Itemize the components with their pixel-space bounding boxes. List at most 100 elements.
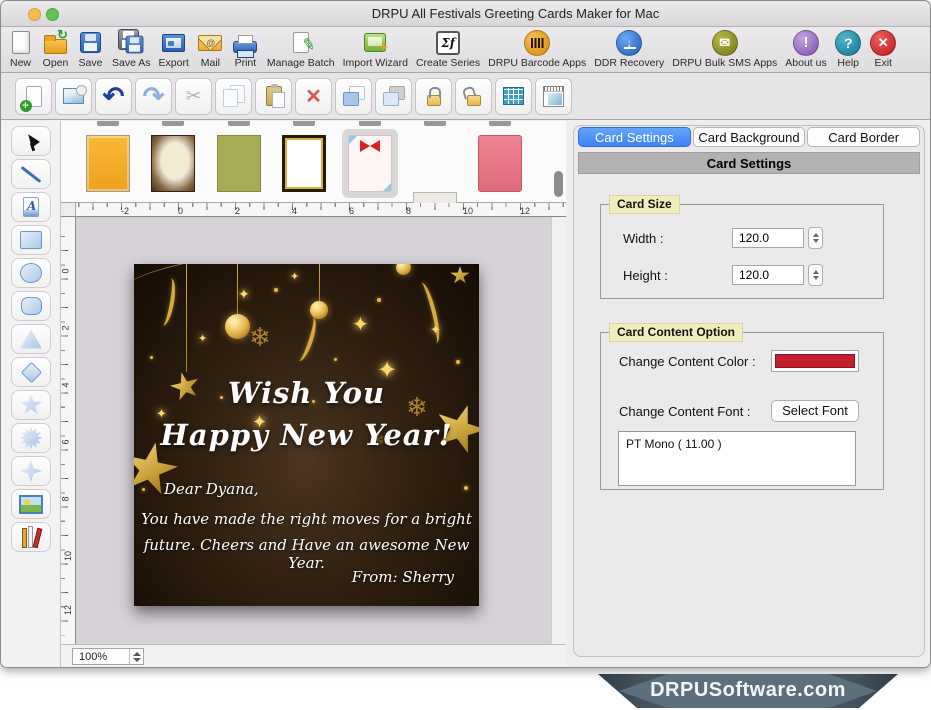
unlock-icon <box>467 95 481 106</box>
zoom-stepper[interactable] <box>129 649 143 664</box>
template-orange-card[interactable] <box>86 135 130 192</box>
card-content-option-legend: Card Content Option <box>609 323 743 342</box>
undo-button[interactable] <box>95 78 132 115</box>
import-wizard-button[interactable]: Import Wizard <box>343 29 408 69</box>
new-button[interactable]: New <box>7 29 34 69</box>
zoom-window-button[interactable] <box>46 8 59 21</box>
bulk-sms-icon <box>711 29 738 56</box>
drpu-bulk-sms-apps-button[interactable]: DRPU Bulk SMS Apps <box>672 29 777 69</box>
cut-button[interactable] <box>175 78 212 115</box>
card-message-line1: You have made the right moves for a brig… <box>134 510 479 528</box>
tab-card-border[interactable]: Card Border <box>807 127 920 147</box>
minimize-button[interactable] <box>28 8 41 21</box>
mail-button[interactable]: Mail <box>197 29 224 69</box>
ellipse-tool[interactable] <box>11 258 51 288</box>
paste-button[interactable] <box>255 78 292 115</box>
select-pointer-tool[interactable] <box>11 126 51 156</box>
text-tool[interactable] <box>11 192 51 222</box>
star-icon <box>20 394 43 416</box>
sparkle <box>352 312 369 337</box>
template-olive-green-card[interactable] <box>217 135 261 192</box>
gold-dot <box>456 360 460 364</box>
workspace: 4 -2 0 2 4 6 8 10 12 0 2 4 6 8 10 12 <box>1 121 930 667</box>
undo-icon <box>103 81 125 112</box>
rounded-rect-tool[interactable] <box>11 291 51 321</box>
width-stepper[interactable] <box>808 227 823 249</box>
unlock-button[interactable] <box>455 78 492 115</box>
template-pink-bow-card-selected[interactable] <box>348 135 392 192</box>
send-backward-button[interactable] <box>335 78 372 115</box>
ruler-v-label: 10 <box>63 551 73 561</box>
zoom-down-icon <box>133 658 141 662</box>
about-us-button[interactable]: About us <box>785 29 826 69</box>
card-size-group: Card Size Width : Height : <box>600 204 884 299</box>
greeting-card[interactable]: Wish You Happy New Year! Dear Dyana, You… <box>134 264 479 606</box>
lock-button[interactable] <box>415 78 452 115</box>
insert-image-button[interactable] <box>55 78 92 115</box>
gold-dot <box>334 358 337 361</box>
save-button[interactable]: Save <box>77 29 104 69</box>
paste-clipboard-icon <box>266 86 282 106</box>
star-tool[interactable] <box>11 390 51 420</box>
save-as-button[interactable]: Save As <box>112 29 151 69</box>
width-input[interactable] <box>732 228 804 248</box>
content-color-swatch-button[interactable] <box>771 350 859 372</box>
ruler-v-label: 2 <box>61 325 71 330</box>
template-white-gold-border-card[interactable] <box>282 135 326 192</box>
pointer-icon <box>24 133 38 150</box>
drpu-barcode-apps-button[interactable]: DRPU Barcode Apps <box>488 29 586 69</box>
gold-dot <box>150 356 153 359</box>
ddr-recovery-button[interactable]: DDR Recovery <box>594 29 664 69</box>
open-button[interactable]: Open <box>42 29 69 69</box>
new-document-icon <box>7 29 34 56</box>
ruler-h-label: 4 <box>292 206 297 216</box>
template-vintage-sepia-card[interactable] <box>151 135 195 192</box>
sparkle <box>430 322 441 338</box>
select-font-button[interactable]: Select Font <box>771 400 859 422</box>
sparkle <box>198 332 207 345</box>
main-toolbar: New Open Save Save As Export Mail Print … <box>1 27 930 73</box>
template-sliver <box>359 121 381 126</box>
template-rose-pink-card[interactable] <box>478 135 522 192</box>
ellipse-icon <box>20 263 42 283</box>
copy-button[interactable] <box>215 78 252 115</box>
export-button[interactable]: Export <box>159 29 189 69</box>
edit-toolbar <box>1 73 930 120</box>
bring-forward-icon <box>383 86 405 106</box>
four-point-star-tool[interactable] <box>11 456 51 486</box>
page-setup-ruler-icon <box>543 86 564 107</box>
bring-forward-button[interactable] <box>375 78 412 115</box>
clipart-tool[interactable] <box>11 522 51 552</box>
image-tool[interactable] <box>11 489 51 519</box>
add-page-button[interactable] <box>15 78 52 115</box>
diamond-tool[interactable] <box>11 357 51 387</box>
rectangle-tool[interactable] <box>11 225 51 255</box>
height-stepper[interactable] <box>808 264 823 286</box>
ruler-h-label: 2 <box>235 206 240 216</box>
design-canvas[interactable]: Wish You Happy New Year! Dear Dyana, You… <box>76 217 551 646</box>
delete-button[interactable] <box>295 78 332 115</box>
template-strip-scrollbar[interactable] <box>554 171 563 197</box>
zoom-control[interactable]: 100% <box>72 648 144 665</box>
ddr-recovery-icon <box>616 29 643 56</box>
grid-button[interactable] <box>495 78 532 115</box>
exit-button[interactable]: Exit <box>870 29 897 69</box>
page-setup-button[interactable] <box>535 78 572 115</box>
height-input[interactable] <box>732 265 804 285</box>
redo-button[interactable] <box>135 78 172 115</box>
help-button[interactable]: Help <box>835 29 862 69</box>
manage-batch-button[interactable]: Manage Batch <box>267 29 335 69</box>
template-strip <box>61 121 566 203</box>
starburst-tool[interactable] <box>11 423 51 453</box>
print-button[interactable]: Print <box>232 29 259 69</box>
canvas-statusbar: 100% <box>61 644 566 667</box>
zoom-up-icon <box>133 652 141 656</box>
triangle-tool[interactable] <box>11 324 51 354</box>
create-series-button[interactable]: Create Series <box>416 29 480 69</box>
printer-icon <box>232 29 259 56</box>
vertical-ruler: 0 2 4 6 8 10 12 <box>61 217 76 644</box>
line-tool[interactable] <box>11 159 51 189</box>
tab-card-background[interactable]: Card Background <box>693 127 806 147</box>
canvas-vertical-scrollbar[interactable] <box>551 217 566 646</box>
tab-card-settings[interactable]: Card Settings <box>578 127 691 147</box>
